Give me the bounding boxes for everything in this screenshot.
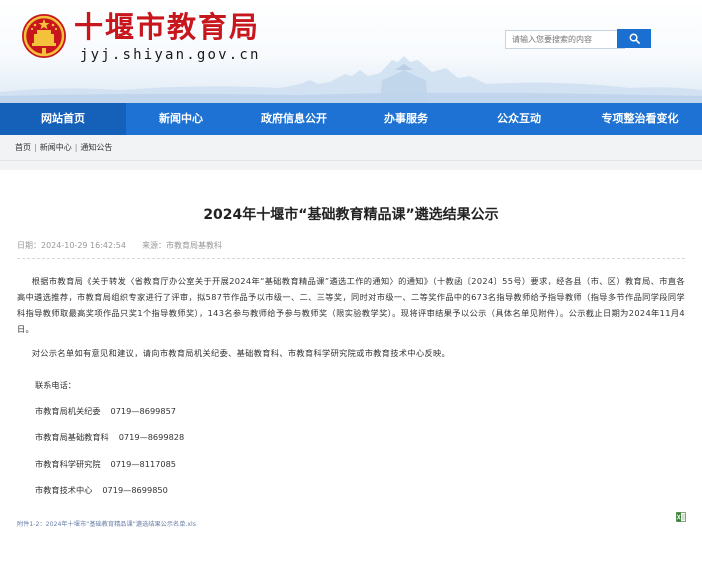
contact-heading: 联系电话： — [35, 380, 76, 390]
nav-item-news[interactable]: 新闻中心 — [126, 103, 236, 135]
site-header: 十堰市教育局 jyj.shiyan.gov.cn — [0, 0, 702, 103]
paragraph-feedback: 对公示名单如有意见和建议，请向市教育局机关纪委、基础教育科、市教育科学研究院或市… — [31, 348, 451, 358]
contact-dept: 市教育局基础教育科 — [35, 432, 109, 442]
date-label: 日期： — [17, 241, 41, 250]
excel-file-icon[interactable] — [676, 512, 686, 522]
article-source: 市教育局基教科 — [165, 241, 222, 250]
breadcrumb-news[interactable]: 新闻中心 — [40, 143, 72, 152]
article-meta: 日期：2024-10-29 16:42:54 来源：市教育局基教科 — [17, 240, 222, 252]
contact-dept: 市教育局机关纪委 — [35, 406, 101, 416]
nav-item-special-rectification[interactable]: 专项整治看变化 — [578, 103, 702, 135]
contact-phone: 0719—8699850 — [102, 485, 168, 495]
breadcrumb: 首页 | 新闻中心 | 通知公告 — [0, 135, 702, 161]
site-domain: jyj.shiyan.gov.cn — [80, 47, 261, 63]
article-body: 根据市教育局《关于转发〈省教育厅办公室关于开展2024年“基础教育精品课”遴选工… — [17, 273, 685, 361]
site-name: 十堰市教育局 — [74, 10, 261, 44]
search-button[interactable] — [617, 29, 651, 48]
national-emblem-icon — [22, 14, 66, 58]
source-label: 来源： — [141, 241, 166, 250]
contact-dept: 市教育科学研究院 — [35, 459, 101, 469]
nav-item-home[interactable]: 网站首页 — [0, 103, 126, 135]
nav-item-gov-info[interactable]: 政府信息公开 — [236, 103, 352, 135]
main-nav: 网站首页 新闻中心 政府信息公开 办事服务 公众互动 专项整治看变化 — [0, 103, 702, 135]
contact-row: 市教育科学研究院 0719—8117085 — [35, 458, 176, 470]
contact-row: 市教育技术中心 0719—8699850 — [35, 484, 168, 496]
search-input[interactable] — [505, 30, 625, 49]
meta-divider — [17, 258, 685, 259]
search-icon — [629, 33, 640, 44]
article-title: 2024年十堰市“基础教育精品课”遴选结果公示 — [203, 207, 499, 223]
contact-phone: 0719—8699857 — [110, 406, 177, 416]
article-panel: 2024年十堰市“基础教育精品课”遴选结果公示 日期：2024-10-29 16… — [0, 170, 702, 568]
contact-phone: 0719—8117085 — [110, 459, 177, 469]
breadcrumb-separator: | — [34, 143, 37, 152]
paragraph-announcement: 根据市教育局《关于转发〈省教育厅办公室关于开展2024年“基础教育精品课”遴选工… — [17, 276, 685, 334]
contact-dept: 市教育技术中心 — [35, 485, 93, 495]
contact-phone: 0719—8699828 — [118, 432, 185, 442]
nav-item-interaction[interactable]: 公众互动 — [460, 103, 578, 135]
breadcrumb-home[interactable]: 首页 — [15, 143, 31, 152]
publish-date: 2024-10-29 16:42:54 — [41, 241, 126, 250]
breadcrumb-notices[interactable]: 通知公告 — [80, 143, 112, 152]
nav-item-services[interactable]: 办事服务 — [352, 103, 460, 135]
attachment-link[interactable]: 附件1-2：2024年十堰市“基础教育精品课”遴选结果公示名单.xls — [17, 520, 196, 530]
breadcrumb-separator: | — [74, 143, 78, 152]
contact-row: 市教育局机关纪委 0719—8699857 — [35, 405, 176, 417]
contact-row: 市教育局基础教育科 0719—8699828 — [35, 431, 184, 443]
